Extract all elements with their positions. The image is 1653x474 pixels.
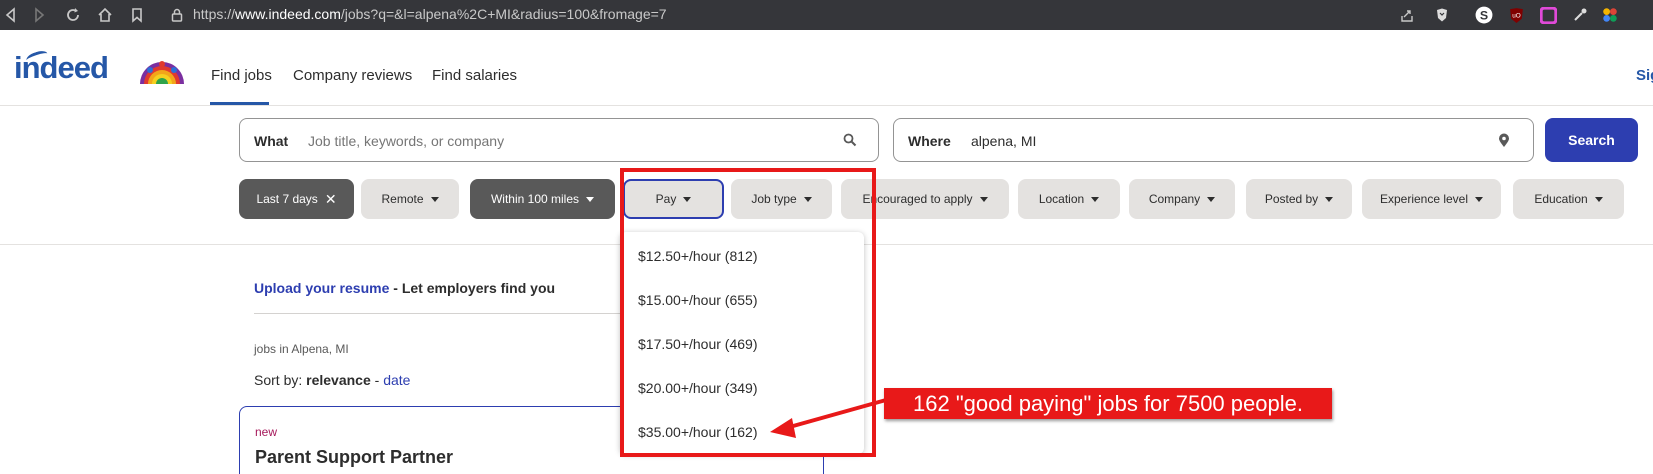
filter-label: Within 100 miles xyxy=(490,192,580,206)
filter-remote[interactable]: Remote xyxy=(361,179,459,219)
home-icon[interactable] xyxy=(94,4,116,26)
filter-label: Remote xyxy=(381,192,424,206)
extension-s-icon[interactable]: S xyxy=(1474,5,1494,25)
browser-toolbar: https://www.indeed.com/jobs?q=&l=alpena%… xyxy=(0,0,1653,30)
reload-icon[interactable] xyxy=(62,4,84,26)
page: https://www.indeed.com/jobs?q=&l=alpena%… xyxy=(0,0,1653,474)
filter-label: Company xyxy=(1148,192,1201,206)
sort-date-link[interactable]: date xyxy=(383,372,410,388)
eyedropper-icon[interactable] xyxy=(1570,5,1590,25)
filter-label: Encouraged to apply xyxy=(862,192,973,206)
new-badge: new xyxy=(255,425,278,439)
site-header: indeed Find jobs Company reviews Find sa… xyxy=(0,30,1653,106)
chevron-down-icon xyxy=(1325,196,1334,202)
chevron-down-icon xyxy=(586,196,595,202)
chevron-down-icon xyxy=(430,196,439,202)
filter-label: Location xyxy=(1038,192,1085,206)
where-label: Where xyxy=(908,133,951,149)
address-bar-url[interactable]: https://www.indeed.com/jobs?q=&l=alpena%… xyxy=(193,6,667,22)
divider xyxy=(254,313,634,314)
close-icon[interactable]: ✕ xyxy=(325,191,337,208)
sign-in-link[interactable]: Sig xyxy=(1636,67,1653,84)
upload-resume-text: - Let employers find you xyxy=(389,280,556,296)
filter-label: Education xyxy=(1534,192,1588,206)
chevron-down-icon xyxy=(1207,196,1216,202)
lock-icon xyxy=(166,4,188,26)
nav-find-jobs[interactable]: Find jobs xyxy=(211,67,272,84)
share-icon[interactable] xyxy=(1396,4,1418,26)
jobs-in-location: jobs in Alpena, MI xyxy=(254,342,349,356)
chevron-down-icon xyxy=(1594,196,1603,202)
brave-shield-icon[interactable] xyxy=(1432,5,1452,25)
what-label: What xyxy=(254,133,289,149)
sort-by: Sort by: relevance - date xyxy=(254,372,410,388)
filter-last-7-days[interactable]: Last 7 days ✕ xyxy=(239,179,354,219)
svg-text:uO: uO xyxy=(1512,12,1521,19)
where-search-box[interactable]: Where alpena, MI xyxy=(893,118,1534,162)
location-pin-icon xyxy=(1499,133,1509,147)
forward-icon[interactable] xyxy=(28,4,50,26)
filter-education[interactable]: Education xyxy=(1513,179,1624,219)
upload-resume-banner: Upload your resume - Let employers find … xyxy=(254,280,555,296)
sort-relevance: relevance xyxy=(306,372,371,388)
job-title[interactable]: Parent Support Partner xyxy=(255,447,453,468)
filter-label: Posted by xyxy=(1264,192,1319,206)
back-icon[interactable] xyxy=(0,4,22,26)
filter-experience-level[interactable]: Experience level xyxy=(1362,179,1501,219)
what-search-box[interactable]: What Job title, keywords, or company xyxy=(239,118,879,162)
annotation-callout: 162 "good paying" jobs for 7500 people. xyxy=(884,388,1332,419)
nav-find-salaries[interactable]: Find salaries xyxy=(432,67,517,84)
chevron-down-icon xyxy=(1475,196,1484,202)
where-input[interactable]: alpena, MI xyxy=(971,133,1036,149)
nav-company-reviews[interactable]: Company reviews xyxy=(293,67,412,84)
chevron-down-icon xyxy=(979,196,988,202)
search-button[interactable]: Search xyxy=(1545,118,1638,162)
active-nav-underline xyxy=(210,102,269,105)
sort-separator: - xyxy=(370,372,384,388)
ublock-icon[interactable]: uO xyxy=(1506,5,1526,25)
bookmark-icon[interactable] xyxy=(126,4,148,26)
filter-posted-by[interactable]: Posted by xyxy=(1246,179,1352,219)
filter-within-100-miles[interactable]: Within 100 miles xyxy=(470,179,615,219)
color-extension-icon[interactable] xyxy=(1538,5,1558,25)
sort-label: Sort by: xyxy=(254,372,307,388)
filter-label: Last 7 days xyxy=(256,192,318,206)
upload-resume-link[interactable]: Upload your resume xyxy=(254,280,389,296)
doodle-logo-icon[interactable] xyxy=(138,56,186,84)
filter-location[interactable]: Location xyxy=(1018,179,1120,219)
highlight-box xyxy=(620,168,876,457)
search-icon xyxy=(843,133,857,147)
svg-text:S: S xyxy=(1480,9,1488,23)
chevron-down-icon xyxy=(1091,196,1100,202)
extensions-puzzle-icon[interactable] xyxy=(1600,5,1620,25)
filter-label: Experience level xyxy=(1379,192,1469,206)
filter-company[interactable]: Company xyxy=(1129,179,1235,219)
what-input[interactable]: Job title, keywords, or company xyxy=(308,133,504,149)
